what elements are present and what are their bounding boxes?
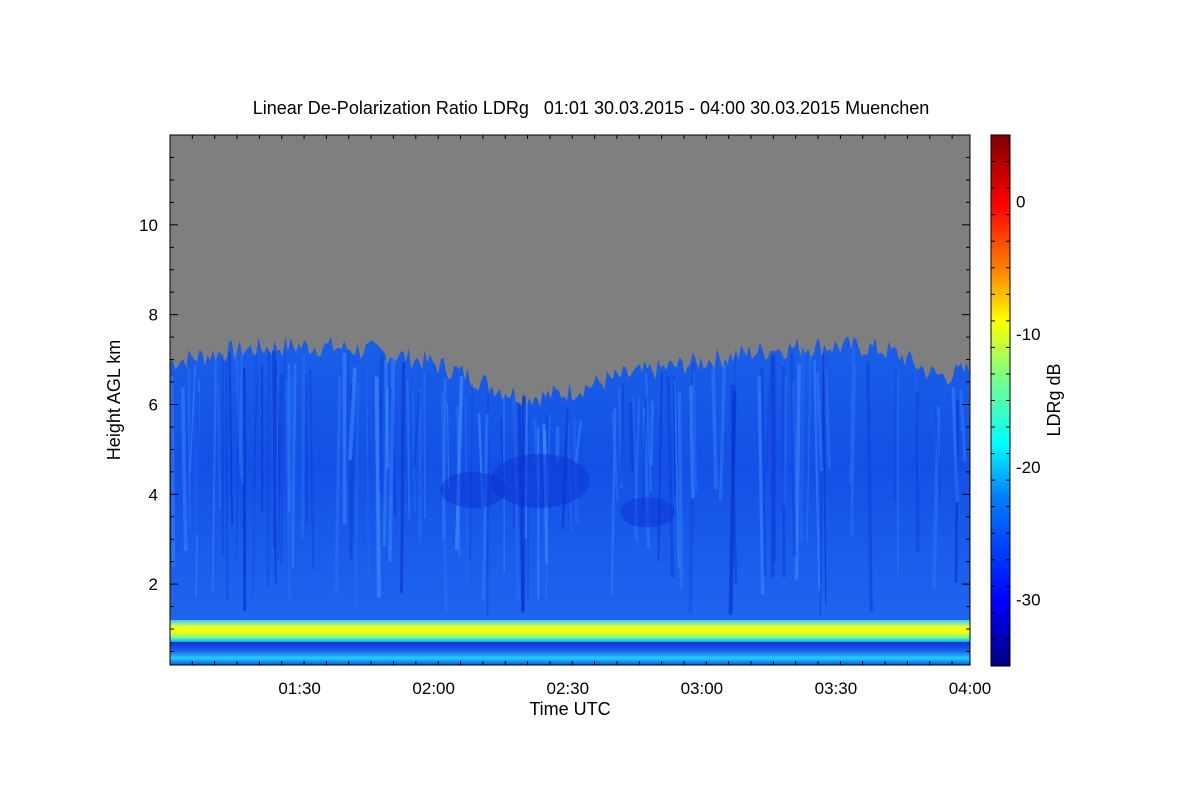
colorbar-tick-label: -20 [1016,458,1041,477]
x-tick-label: 02:30 [546,679,589,698]
fall-streak [377,354,384,493]
x-tick-label: 04:00 [949,679,992,698]
boundary-layer-band [170,620,970,642]
fall-streak [799,347,805,542]
chart-title: Linear De-Polarization Ratio LDRg 01:01 … [253,98,929,118]
fall-streak [300,355,306,539]
y-axis-label: Height AGL km [104,340,124,460]
fall-streak [225,357,229,601]
fall-streak [399,362,406,594]
y-tick-label: 4 [149,485,158,504]
y-tick-label: 2 [149,575,158,594]
fall-streak [441,378,447,539]
fall-streak [649,400,654,466]
fall-streak [893,368,897,502]
dark-region [619,497,675,528]
y-tick-label: 10 [139,216,158,235]
ldr-chart: Linear De-Polarization Ratio LDRg 01:01 … [104,98,1064,719]
dark-region [440,471,507,508]
fall-streak [187,366,191,527]
x-axis-label: Time UTC [529,699,610,719]
fall-streak [689,385,695,498]
fall-streak [273,359,278,547]
colorbar-tick-label: -30 [1016,591,1041,610]
fall-streak [242,367,247,611]
x-tick-label: 03:00 [681,679,724,698]
fall-streak [266,351,271,588]
colorbar-label: LDRg dB [1044,363,1064,436]
fall-streak [384,360,390,469]
surface-layer [170,642,970,665]
fall-streak [677,392,684,589]
fall-streak [290,377,294,548]
fall-streak [374,376,381,598]
x-tick-label: 03:30 [815,679,858,698]
x-tick-label: 02:00 [412,679,455,698]
y-tick-label: 6 [149,395,158,414]
colorbar-tick-label: -10 [1016,325,1041,344]
colorbar-tick-label: 0 [1016,192,1025,211]
fall-streak [782,375,788,507]
plot-area [170,135,970,665]
x-tick-label: 01:30 [278,679,321,698]
y-tick-label: 8 [149,306,158,325]
dark-region [490,453,590,508]
fall-streak [304,374,309,526]
fall-streak [628,401,635,474]
